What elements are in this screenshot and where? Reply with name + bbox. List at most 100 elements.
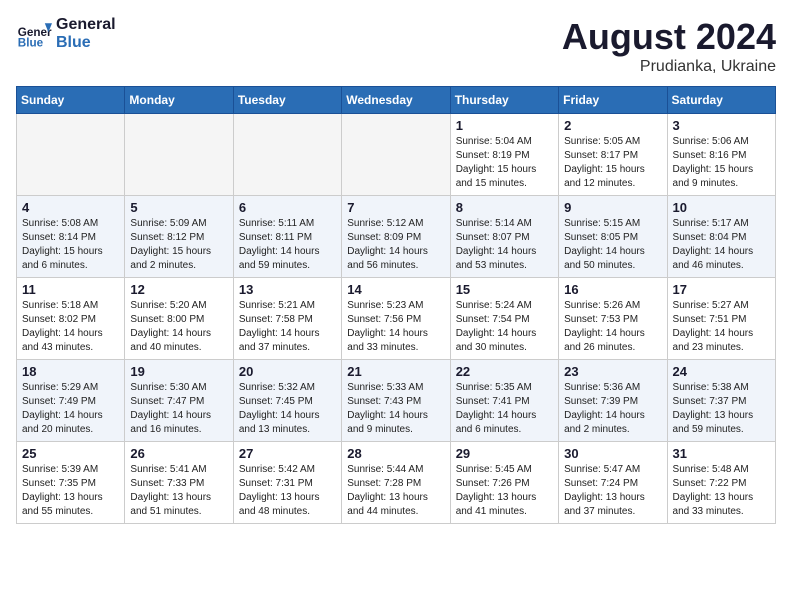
day-number: 10 xyxy=(673,200,770,215)
day-info: Sunrise: 5:38 AM Sunset: 7:37 PM Dayligh… xyxy=(673,381,770,437)
calendar-week-row: 4 Sunrise: 5:08 AM Sunset: 8:14 PM Daylig… xyxy=(17,196,776,278)
day-number: 27 xyxy=(239,446,336,461)
day-number: 15 xyxy=(456,282,553,297)
svg-text:Blue: Blue xyxy=(18,37,44,50)
day-number: 2 xyxy=(564,118,661,133)
calendar-day-cell: 5Sunrise: 5:09 AM Sunset: 8:12 PM Daylig… xyxy=(125,196,233,278)
day-number: 3 xyxy=(673,118,770,133)
page-header: General Blue General Blue August 2024 Pr… xyxy=(16,16,776,76)
calendar-day-cell: 14 Sunrise: 5:23 AM Sunset: 7:56 PM Dayli… xyxy=(342,278,450,360)
day-info: Sunrise: 5:15 AM Sunset: 8:05 PM Dayligh… xyxy=(564,217,661,273)
day-number: 21 xyxy=(347,364,444,379)
calendar-week-row: 18 Sunrise: 5:29 AM Sunset: 7:49 PM Dayli… xyxy=(17,360,776,442)
day-number: 24 xyxy=(673,364,770,379)
calendar-day-cell xyxy=(125,114,233,196)
day-number: 25 xyxy=(22,446,119,461)
calendar-table: SundayMondayTuesdayWednesdayThursdayFrid… xyxy=(16,86,776,524)
weekday-header-friday: Friday xyxy=(559,87,667,114)
day-info: Sunrise: 5:11 AM Sunset: 8:11 PM Dayligh… xyxy=(239,217,336,273)
calendar-day-cell: 26 Sunrise: 5:41 AM Sunset: 7:33 PM Dayli… xyxy=(125,442,233,524)
day-info: Sunrise: 5:17 AM Sunset: 8:04 PM Dayligh… xyxy=(673,217,770,273)
day-info: Sunrise: 5:23 AM Sunset: 7:56 PM Dayligh… xyxy=(347,299,444,355)
calendar-day-cell: 30 Sunrise: 5:47 AM Sunset: 7:24 PM Dayli… xyxy=(559,442,667,524)
day-info: Sunrise: 5:44 AM Sunset: 7:28 PM Dayligh… xyxy=(347,463,444,519)
day-info: Sunrise: 5:24 AM Sunset: 7:54 PM Dayligh… xyxy=(456,299,553,355)
calendar-week-row: 25 Sunrise: 5:39 AM Sunset: 7:35 PM Dayli… xyxy=(17,442,776,524)
calendar-day-cell: 1 Sunrise: 5:04 AM Sunset: 8:19 PM Daylig… xyxy=(450,114,558,196)
day-info: Sunrise: 5:12 AM Sunset: 8:09 PM Dayligh… xyxy=(347,217,444,273)
day-info: Sunrise: 5:35 AM Sunset: 7:41 PM Dayligh… xyxy=(456,381,553,437)
calendar-day-cell: 9Sunrise: 5:15 AM Sunset: 8:05 PM Daylig… xyxy=(559,196,667,278)
day-info: Sunrise: 5:09 AM Sunset: 8:12 PM Dayligh… xyxy=(130,217,227,273)
day-info: Sunrise: 5:29 AM Sunset: 7:49 PM Dayligh… xyxy=(22,381,119,437)
calendar-day-cell: 12 Sunrise: 5:20 AM Sunset: 8:00 PM Dayli… xyxy=(125,278,233,360)
day-info: Sunrise: 5:41 AM Sunset: 7:33 PM Dayligh… xyxy=(130,463,227,519)
day-number: 7 xyxy=(347,200,444,215)
calendar-day-cell: 18 Sunrise: 5:29 AM Sunset: 7:49 PM Dayli… xyxy=(17,360,125,442)
logo: General Blue General Blue xyxy=(16,16,116,52)
day-number: 31 xyxy=(673,446,770,461)
day-info: Sunrise: 5:20 AM Sunset: 8:00 PM Dayligh… xyxy=(130,299,227,355)
day-number: 1 xyxy=(456,118,553,133)
day-number: 14 xyxy=(347,282,444,297)
day-info: Sunrise: 5:42 AM Sunset: 7:31 PM Dayligh… xyxy=(239,463,336,519)
calendar-day-cell: 17 Sunrise: 5:27 AM Sunset: 7:51 PM Dayli… xyxy=(667,278,775,360)
logo-blue: Blue xyxy=(56,34,116,52)
weekday-header-thursday: Thursday xyxy=(450,87,558,114)
weekday-header-sunday: Sunday xyxy=(17,87,125,114)
calendar-day-cell: 3 Sunrise: 5:06 AM Sunset: 8:16 PM Daylig… xyxy=(667,114,775,196)
day-info: Sunrise: 5:30 AM Sunset: 7:47 PM Dayligh… xyxy=(130,381,227,437)
day-number: 20 xyxy=(239,364,336,379)
calendar-day-cell: 4 Sunrise: 5:08 AM Sunset: 8:14 PM Daylig… xyxy=(17,196,125,278)
day-number: 8 xyxy=(456,200,553,215)
day-number: 13 xyxy=(239,282,336,297)
calendar-day-cell: 6 Sunrise: 5:11 AM Sunset: 8:11 PM Daylig… xyxy=(233,196,341,278)
location-subtitle: Prudianka, Ukraine xyxy=(562,58,776,76)
day-number: 23 xyxy=(564,364,661,379)
calendar-day-cell: 7 Sunrise: 5:12 AM Sunset: 8:09 PM Daylig… xyxy=(342,196,450,278)
title-block: August 2024 Prudianka, Ukraine xyxy=(562,16,776,76)
day-number: 22 xyxy=(456,364,553,379)
calendar-day-cell xyxy=(342,114,450,196)
calendar-day-cell: 22 Sunrise: 5:35 AM Sunset: 7:41 PM Dayli… xyxy=(450,360,558,442)
day-info: Sunrise: 5:18 AM Sunset: 8:02 PM Dayligh… xyxy=(22,299,119,355)
logo-general: General xyxy=(56,16,116,34)
day-info: Sunrise: 5:06 AM Sunset: 8:16 PM Dayligh… xyxy=(673,135,770,191)
day-info: Sunrise: 5:32 AM Sunset: 7:45 PM Dayligh… xyxy=(239,381,336,437)
day-info: Sunrise: 5:04 AM Sunset: 8:19 PM Dayligh… xyxy=(456,135,553,191)
day-info: Sunrise: 5:47 AM Sunset: 7:24 PM Dayligh… xyxy=(564,463,661,519)
weekday-header-tuesday: Tuesday xyxy=(233,87,341,114)
day-number: 18 xyxy=(22,364,119,379)
day-number: 4 xyxy=(22,200,119,215)
calendar-day-cell: 28 Sunrise: 5:44 AM Sunset: 7:28 PM Dayli… xyxy=(342,442,450,524)
day-info: Sunrise: 5:26 AM Sunset: 7:53 PM Dayligh… xyxy=(564,299,661,355)
day-info: Sunrise: 5:08 AM Sunset: 8:14 PM Dayligh… xyxy=(22,217,119,273)
month-title: August 2024 xyxy=(562,16,776,58)
calendar-day-cell: 15 Sunrise: 5:24 AM Sunset: 7:54 PM Dayli… xyxy=(450,278,558,360)
calendar-day-cell: 27 Sunrise: 5:42 AM Sunset: 7:31 PM Dayli… xyxy=(233,442,341,524)
day-info: Sunrise: 5:36 AM Sunset: 7:39 PM Dayligh… xyxy=(564,381,661,437)
day-number: 6 xyxy=(239,200,336,215)
day-number: 30 xyxy=(564,446,661,461)
calendar-week-row: 11 Sunrise: 5:18 AM Sunset: 8:02 PM Dayli… xyxy=(17,278,776,360)
calendar-day-cell: 11 Sunrise: 5:18 AM Sunset: 8:02 PM Dayli… xyxy=(17,278,125,360)
day-number: 26 xyxy=(130,446,227,461)
weekday-header-monday: Monday xyxy=(125,87,233,114)
weekday-header-saturday: Saturday xyxy=(667,87,775,114)
calendar-day-cell xyxy=(17,114,125,196)
day-info: Sunrise: 5:39 AM Sunset: 7:35 PM Dayligh… xyxy=(22,463,119,519)
calendar-day-cell: 31 Sunrise: 5:48 AM Sunset: 7:22 PM Dayli… xyxy=(667,442,775,524)
calendar-day-cell: 25 Sunrise: 5:39 AM Sunset: 7:35 PM Dayli… xyxy=(17,442,125,524)
calendar-week-row: 1 Sunrise: 5:04 AM Sunset: 8:19 PM Daylig… xyxy=(17,114,776,196)
day-number: 12 xyxy=(130,282,227,297)
day-number: 17 xyxy=(673,282,770,297)
day-info: Sunrise: 5:48 AM Sunset: 7:22 PM Dayligh… xyxy=(673,463,770,519)
day-number: 28 xyxy=(347,446,444,461)
day-info: Sunrise: 5:27 AM Sunset: 7:51 PM Dayligh… xyxy=(673,299,770,355)
day-number: 11 xyxy=(22,282,119,297)
calendar-day-cell: 21 Sunrise: 5:33 AM Sunset: 7:43 PM Dayli… xyxy=(342,360,450,442)
day-info: Sunrise: 5:14 AM Sunset: 8:07 PM Dayligh… xyxy=(456,217,553,273)
calendar-day-cell: 24 Sunrise: 5:38 AM Sunset: 7:37 PM Dayli… xyxy=(667,360,775,442)
day-info: Sunrise: 5:33 AM Sunset: 7:43 PM Dayligh… xyxy=(347,381,444,437)
calendar-day-cell: 19Sunrise: 5:30 AM Sunset: 7:47 PM Dayli… xyxy=(125,360,233,442)
